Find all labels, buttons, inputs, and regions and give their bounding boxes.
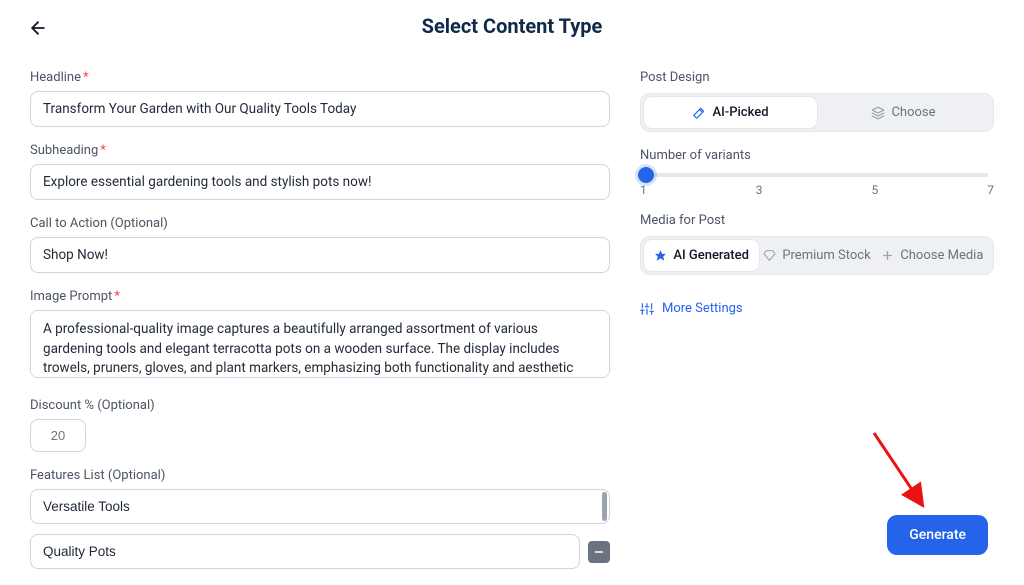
media-premium-stock[interactable]: Premium Stock <box>759 240 874 271</box>
slider-ticks: 1 3 5 7 <box>640 183 994 197</box>
post-design-label: Post Design <box>640 70 994 85</box>
scrollbar-thumb[interactable] <box>602 492 607 521</box>
subheading-input[interactable] <box>30 164 610 200</box>
diamond-icon <box>763 249 776 262</box>
post-design-ai-picked[interactable]: AI-Picked <box>644 97 817 128</box>
layers-icon <box>871 106 885 120</box>
cta-input[interactable] <box>30 237 610 273</box>
post-design-choose[interactable]: Choose <box>817 97 990 128</box>
more-settings-link[interactable]: More Settings <box>640 295 743 322</box>
star-icon <box>654 249 667 262</box>
cta-label: Call to Action (Optional) <box>30 216 610 231</box>
media-label: Media for Post <box>640 213 994 228</box>
sliders-icon <box>640 302 654 316</box>
image-prompt-label: Image Prompt* <box>30 289 610 304</box>
magic-wand-icon <box>692 106 706 120</box>
feature-row <box>30 489 610 524</box>
media-choose-media[interactable]: Choose Media <box>875 240 990 271</box>
headline-label: Headline* <box>30 70 610 85</box>
discount-input[interactable] <box>30 419 86 452</box>
media-segmented: AI Generated Premium Stock Choose Media <box>640 236 994 275</box>
slider-thumb[interactable] <box>638 167 654 183</box>
features-label: Features List (Optional) <box>30 468 610 483</box>
feature-input[interactable] <box>30 489 610 524</box>
post-design-segmented: AI-Picked Choose <box>640 93 994 132</box>
media-ai-generated[interactable]: AI Generated <box>644 240 759 271</box>
back-button[interactable] <box>24 14 52 42</box>
feature-row <box>30 534 610 569</box>
headline-input[interactable] <box>30 91 610 127</box>
feature-input[interactable] <box>30 534 580 569</box>
subheading-label: Subheading* <box>30 143 610 158</box>
variants-label: Number of variants <box>640 148 994 163</box>
arrow-left-icon <box>28 18 48 38</box>
image-prompt-textarea[interactable] <box>30 310 610 378</box>
generate-button[interactable]: Generate <box>887 515 988 555</box>
discount-label: Discount % (Optional) <box>30 398 610 413</box>
minus-icon <box>593 546 605 558</box>
plus-icon <box>881 249 894 262</box>
variants-slider[interactable] <box>646 173 988 177</box>
page-title: Select Content Type <box>0 14 1024 38</box>
remove-feature-button[interactable] <box>588 541 610 563</box>
